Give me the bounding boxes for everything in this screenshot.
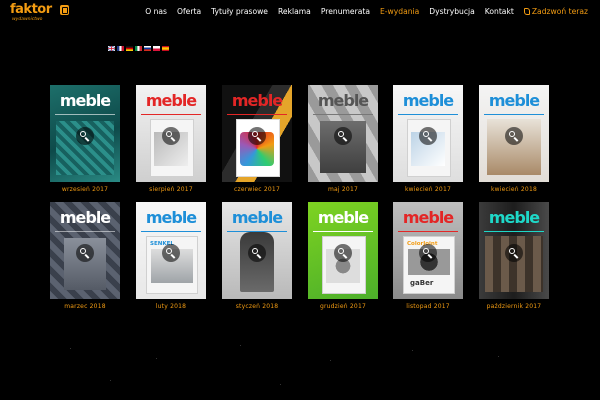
zoom-icon [76,244,94,262]
magazine-caption-6[interactable]: kwiecień 2018 [479,186,549,193]
magazine-caption-8[interactable]: luty 2018 [136,303,206,310]
zoom-icon [162,244,180,262]
magazine-caption-3[interactable]: czerwiec 2017 [222,186,292,193]
magazine-caption-5[interactable]: kwiecień 2017 [393,186,463,193]
zoom-icon [334,244,352,262]
magazine-caption-10[interactable]: grudzień 2017 [308,303,378,310]
magazine-cover-7[interactable]: meble [50,202,120,299]
magazine-cover-2[interactable]: meble [136,85,206,182]
cover-brand: meble [145,208,197,227]
magazine-caption-11[interactable]: listopad 2017 [393,303,463,310]
cover-brand: meble [317,91,369,110]
cover-brand: meble [59,208,111,227]
magazine-cover-12[interactable]: meble [479,202,549,299]
zoom-icon [334,127,352,145]
main-nav: O nas Oferta Tytuły prasowe Reklama Pren… [145,7,588,16]
magazine-caption-2[interactable]: sierpień 2017 [136,186,206,193]
zoom-icon [248,244,266,262]
magazine-cover-6[interactable]: meble [479,85,549,182]
logo-subtitle: wydawnictwo [12,17,43,22]
magazine-caption-12[interactable]: październik 2017 [479,303,549,310]
nav-item-tytuly-prasowe[interactable]: Tytuły prasowe [211,7,268,16]
magazine-cover-1[interactable]: meble [50,85,120,182]
zoom-icon [505,127,523,145]
cover-brand: meble [402,208,454,227]
magazine-cover-9[interactable]: meble [222,202,292,299]
fr-flag-icon[interactable] [117,46,124,51]
pl-flag-icon[interactable] [153,46,160,51]
nav-item-kontakt[interactable]: Kontakt [485,7,514,16]
phone-icon [523,8,530,15]
magazine-cover-8[interactable]: meble SENKEL [136,202,206,299]
cover-brand: meble [317,208,369,227]
ru-flag-icon[interactable] [144,46,151,51]
cover-brand: meble [488,91,540,110]
nav-item-oferta[interactable]: Oferta [177,7,201,16]
zoom-icon [505,244,523,262]
es-flag-icon[interactable] [162,46,169,51]
nav-item-dystrybucja[interactable]: Dystrybucja [429,7,474,16]
magazine-caption-4[interactable]: maj 2017 [308,186,378,193]
cover-brand: meble [231,208,283,227]
zoom-icon [162,127,180,145]
logo-lock-icon [60,5,69,15]
magazine-cover-3[interactable]: meble [222,85,292,182]
zoom-icon [419,244,437,262]
call-now-label: Zadzwoń teraz [531,7,588,16]
de-flag-icon[interactable] [126,46,133,51]
cover-brand: meble [145,91,197,110]
cover-brand: meble [59,91,111,110]
nav-item-o-nas[interactable]: O nas [145,7,167,16]
magazine-cover-4[interactable]: meble [308,85,378,182]
magazine-cover-11[interactable]: meble ColorJoint gaBer [393,202,463,299]
cover-brand: meble [488,208,540,227]
faktor-logo[interactable]: faktor wydawnictwo [10,2,70,22]
nav-item-prenumerata[interactable]: Prenumerata [321,7,370,16]
logo-wordmark: faktor [10,2,52,17]
call-now-link[interactable]: Zadzwoń teraz [523,7,588,16]
it-flag-icon[interactable] [135,46,142,51]
nav-item-e-wydania[interactable]: E-wydania [380,7,419,16]
magazine-cover-10[interactable]: meble [308,202,378,299]
magazine-caption-7[interactable]: marzec 2018 [50,303,120,310]
zoom-icon [419,127,437,145]
magazine-cover-5[interactable]: meble [393,85,463,182]
magazine-caption-1[interactable]: wrzesień 2017 [50,186,120,193]
zoom-icon [76,127,94,145]
nav-item-reklama[interactable]: Reklama [278,7,311,16]
magazine-caption-9[interactable]: styczeń 2018 [222,303,292,310]
cover-brand: meble [231,91,283,110]
cover-advert-text-2: gaBer [410,279,434,287]
zoom-icon [248,127,266,145]
language-selector [108,46,169,51]
en-flag-icon[interactable] [108,46,115,51]
cover-brand: meble [402,91,454,110]
